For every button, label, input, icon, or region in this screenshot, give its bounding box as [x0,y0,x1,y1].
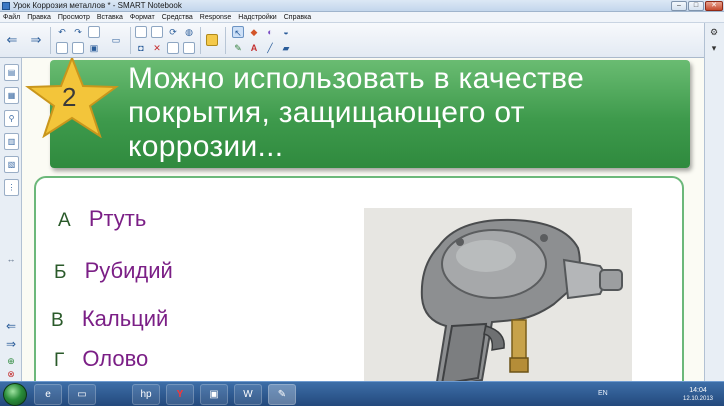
notebook-icon[interactable]: ✎ [268,384,296,405]
copy-icon[interactable] [72,42,84,54]
text-icon[interactable]: A [248,42,260,54]
option-text: Рубидий [84,258,173,283]
screen-icon[interactable]: ▭ [110,34,122,46]
taskbar: e ▭ hp Y ▣ W ✎ EN 14:04 12.10.2013 [0,381,724,406]
paste-icon[interactable] [135,26,147,38]
toolbar: ⇐ ⇒ ↶ ↷ ▣ ▭ ⟳ ◍ ◘ ✕ ↖ ◆ ◐ ◒ ✎ A ╱ ▰ [0,23,724,58]
line-icon[interactable]: ╱ [264,42,276,54]
pen-icon[interactable]: ✎ [232,42,244,54]
globe-icon[interactable]: ◍ [183,26,195,38]
response-tab-icon[interactable]: ⋮ [4,179,19,196]
redo-icon[interactable]: ↷ [72,26,84,38]
clock-date: 12.10.2013 [682,396,714,402]
option-letter: Б [54,262,67,283]
close-button[interactable]: ✕ [705,1,723,11]
new-page-icon[interactable] [56,42,68,54]
remove-page-icon[interactable]: ⊗ [5,368,17,380]
option-letter: А [58,210,71,231]
smart-notebook-icon [2,2,10,10]
attachments-tab-icon[interactable]: ⚲ [4,110,19,127]
camera-icon[interactable]: ◘ [135,42,147,54]
hp-icon[interactable]: hp [132,384,160,405]
table-icon[interactable] [151,26,163,38]
back-icon[interactable]: ⇐ [6,33,18,46]
tool-cap-highlight [456,240,516,272]
word-icon[interactable]: W [234,384,262,405]
highlighter-icon[interactable]: ▰ [280,42,292,54]
option-text: Олово [82,346,149,371]
ie-icon[interactable]: e [34,384,62,405]
minimize-button[interactable]: – [671,1,687,11]
air-fitting-tip [509,357,529,373]
menu-tools[interactable]: Средства [162,12,193,22]
question-number: 2 [62,82,76,112]
menu-view[interactable]: Просмотр [58,12,90,22]
option-text: Ртуть [88,206,147,231]
left-arrow-icon[interactable]: ⇐ [5,320,17,332]
rotate-icon[interactable]: ⟳ [167,26,179,38]
page-icon[interactable] [88,26,100,38]
gear-icon[interactable]: ⚙ [708,26,720,38]
shapes-icon[interactable]: ◆ [248,26,260,38]
option-b[interactable]: Б Рубидий [54,258,173,284]
gallery-tab-icon[interactable]: ▦ [4,87,19,104]
addon-icon[interactable] [206,34,218,46]
add-page-icon[interactable]: ⊕ [5,355,17,367]
language-indicator[interactable]: EN [598,390,608,397]
start-button[interactable] [3,383,27,406]
save-icon[interactable]: ▣ [88,42,100,54]
menu-bar: Файл Правка Просмотр Вставка Формат Сред… [0,12,724,23]
addons-tab-icon[interactable]: ▧ [4,156,19,173]
folder-icon[interactable]: ▭ [68,384,96,405]
air-fitting [511,319,527,363]
forward-icon[interactable]: ⇒ [30,33,42,46]
menu-format[interactable]: Формат [130,12,155,22]
maximize-button[interactable]: □ [688,1,704,11]
option-letter: Г [54,350,65,371]
screw [456,238,464,246]
tool-photo [364,208,632,381]
option-text: Кальций [81,306,169,331]
screen-shade-icon[interactable] [167,42,179,54]
menu-insert[interactable]: Вставка [97,12,123,22]
presentation-icon[interactable]: ▣ [200,384,228,405]
option-g[interactable]: Г Олово [54,346,148,372]
option-letter: В [51,310,64,331]
menu-help[interactable]: Справка [284,12,311,22]
window-title: Урок Коррозия металлов * - SMART Noteboo… [13,1,182,10]
screw [540,234,548,242]
eraser-icon[interactable]: ◐ [264,26,276,38]
menu-edit[interactable]: Правка [27,12,51,22]
resize-handle-icon[interactable]: ↔ [5,253,17,265]
right-toolbar: ⚙ ▾ [704,23,724,381]
clock[interactable]: 14:04 12.10.2013 [676,386,720,403]
menu-addons[interactable]: Надстройки [238,12,276,22]
question-text: Можно использовать в качестве покрытия, … [128,62,585,163]
clock-time: 14:04 [689,387,707,394]
properties-tab-icon[interactable]: ▥ [4,133,19,150]
option-a[interactable]: А Ртуть [58,206,146,232]
select-icon[interactable]: ↖ [232,26,244,38]
yandex-icon[interactable]: Y [166,384,194,405]
expand-icon[interactable]: ▾ [708,42,720,54]
lock-icon: 🔒 [702,156,704,167]
slide-canvas[interactable]: Можно использовать в качестве покрытия, … [22,58,704,381]
side-tab-bar: ▤ ▦ ⚲ ▥ ▧ ⋮ ↔ ⇐ ⇒ ⊕ ⊗ [0,58,22,381]
question-banner: Можно использовать в качестве покрытия, … [50,60,690,168]
star-badge: 2 [25,58,119,138]
menu-response[interactable]: Response [200,12,232,22]
undo-icon[interactable]: ↶ [56,26,68,38]
grid-icon[interactable] [183,42,195,54]
title-bar: Урок Коррозия металлов * - SMART Noteboo… [0,0,724,12]
menu-file[interactable]: Файл [3,12,20,22]
option-v[interactable]: В Кальций [51,306,168,332]
fill-icon[interactable]: ◒ [280,26,292,38]
delete-icon[interactable]: ✕ [151,42,163,54]
tool-chuck [599,269,623,291]
right-arrow-icon[interactable]: ⇒ [5,338,17,350]
page-sorter-tab-icon[interactable]: ▤ [4,64,19,81]
